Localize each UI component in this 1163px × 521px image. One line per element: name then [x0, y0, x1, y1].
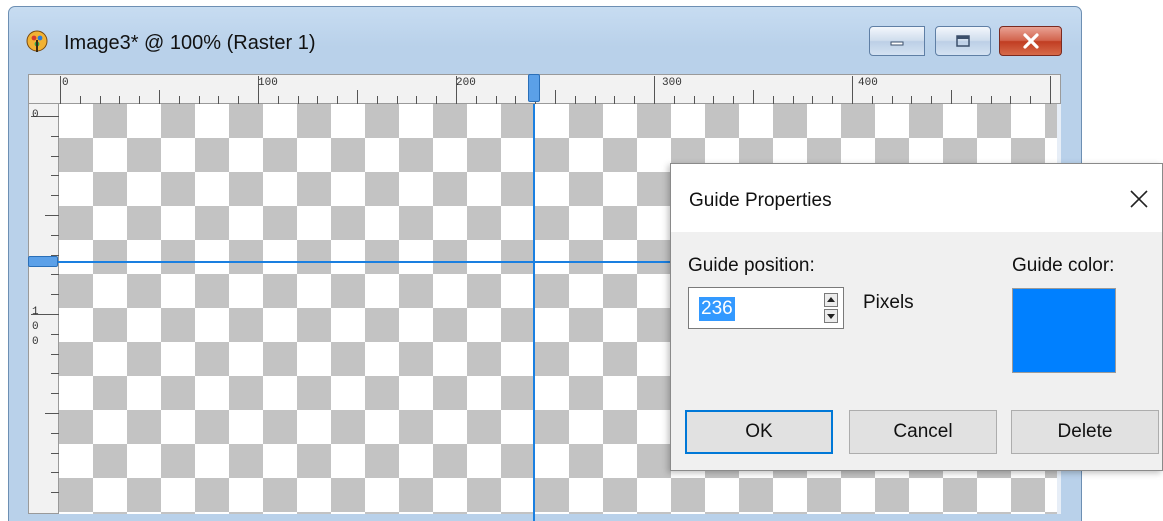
guide-position-input[interactable]: 236	[688, 287, 844, 329]
horizontal-guide-handle[interactable]	[28, 256, 58, 267]
guide-position-label: Guide position:	[688, 255, 815, 276]
spin-up-icon	[827, 297, 835, 302]
ok-button[interactable]: OK	[685, 410, 833, 454]
paintshop-pro-icon	[26, 30, 48, 52]
dialog-titlebar: Guide Properties	[671, 164, 1162, 232]
vertical-guide[interactable]	[533, 104, 535, 521]
guide-color-swatch[interactable]	[1012, 288, 1116, 373]
maximize-button[interactable]	[935, 26, 991, 56]
vertical-ruler[interactable]: 0 1 0 0	[28, 104, 59, 514]
pixels-unit-label: Pixels	[863, 292, 914, 313]
ruler-label-0: 0	[62, 77, 69, 89]
ruler-label-300: 300	[662, 77, 682, 89]
vruler-label-1: 1	[32, 306, 39, 318]
ruler-label-400: 400	[858, 77, 878, 89]
horizontal-guide[interactable]	[28, 261, 678, 263]
guide-properties-dialog: Guide Properties Guide position: 236 Pix…	[670, 163, 1163, 471]
horizontal-ruler-ticks	[60, 76, 1051, 104]
minimize-button[interactable]	[869, 26, 925, 56]
spin-down-button[interactable]	[824, 309, 838, 323]
horizontal-ruler[interactable]: 0 100 200 300 400	[28, 74, 1061, 104]
guide-color-label: Guide color:	[1012, 255, 1115, 276]
vruler-label-0: 0	[32, 109, 39, 121]
maximize-icon	[956, 35, 970, 47]
vertical-guide-handle[interactable]	[528, 74, 540, 102]
vruler-label-0b: 0	[32, 321, 39, 333]
spin-down-icon	[827, 314, 835, 319]
dialog-title: Guide Properties	[689, 190, 832, 211]
cancel-button[interactable]: Cancel	[849, 410, 997, 454]
spin-up-button[interactable]	[824, 293, 838, 307]
window-title: Image3* @ 100% (Raster 1)	[64, 32, 316, 54]
delete-button[interactable]: Delete	[1011, 410, 1159, 454]
window-close-button[interactable]	[999, 26, 1062, 56]
ruler-label-100: 100	[258, 77, 278, 89]
minimize-icon	[890, 41, 904, 46]
guide-position-value[interactable]: 236	[699, 297, 735, 321]
ruler-label-200: 200	[456, 77, 476, 89]
close-icon	[1022, 33, 1039, 49]
dialog-close-icon[interactable]	[1126, 186, 1152, 212]
vruler-label-0c: 0	[32, 336, 39, 348]
